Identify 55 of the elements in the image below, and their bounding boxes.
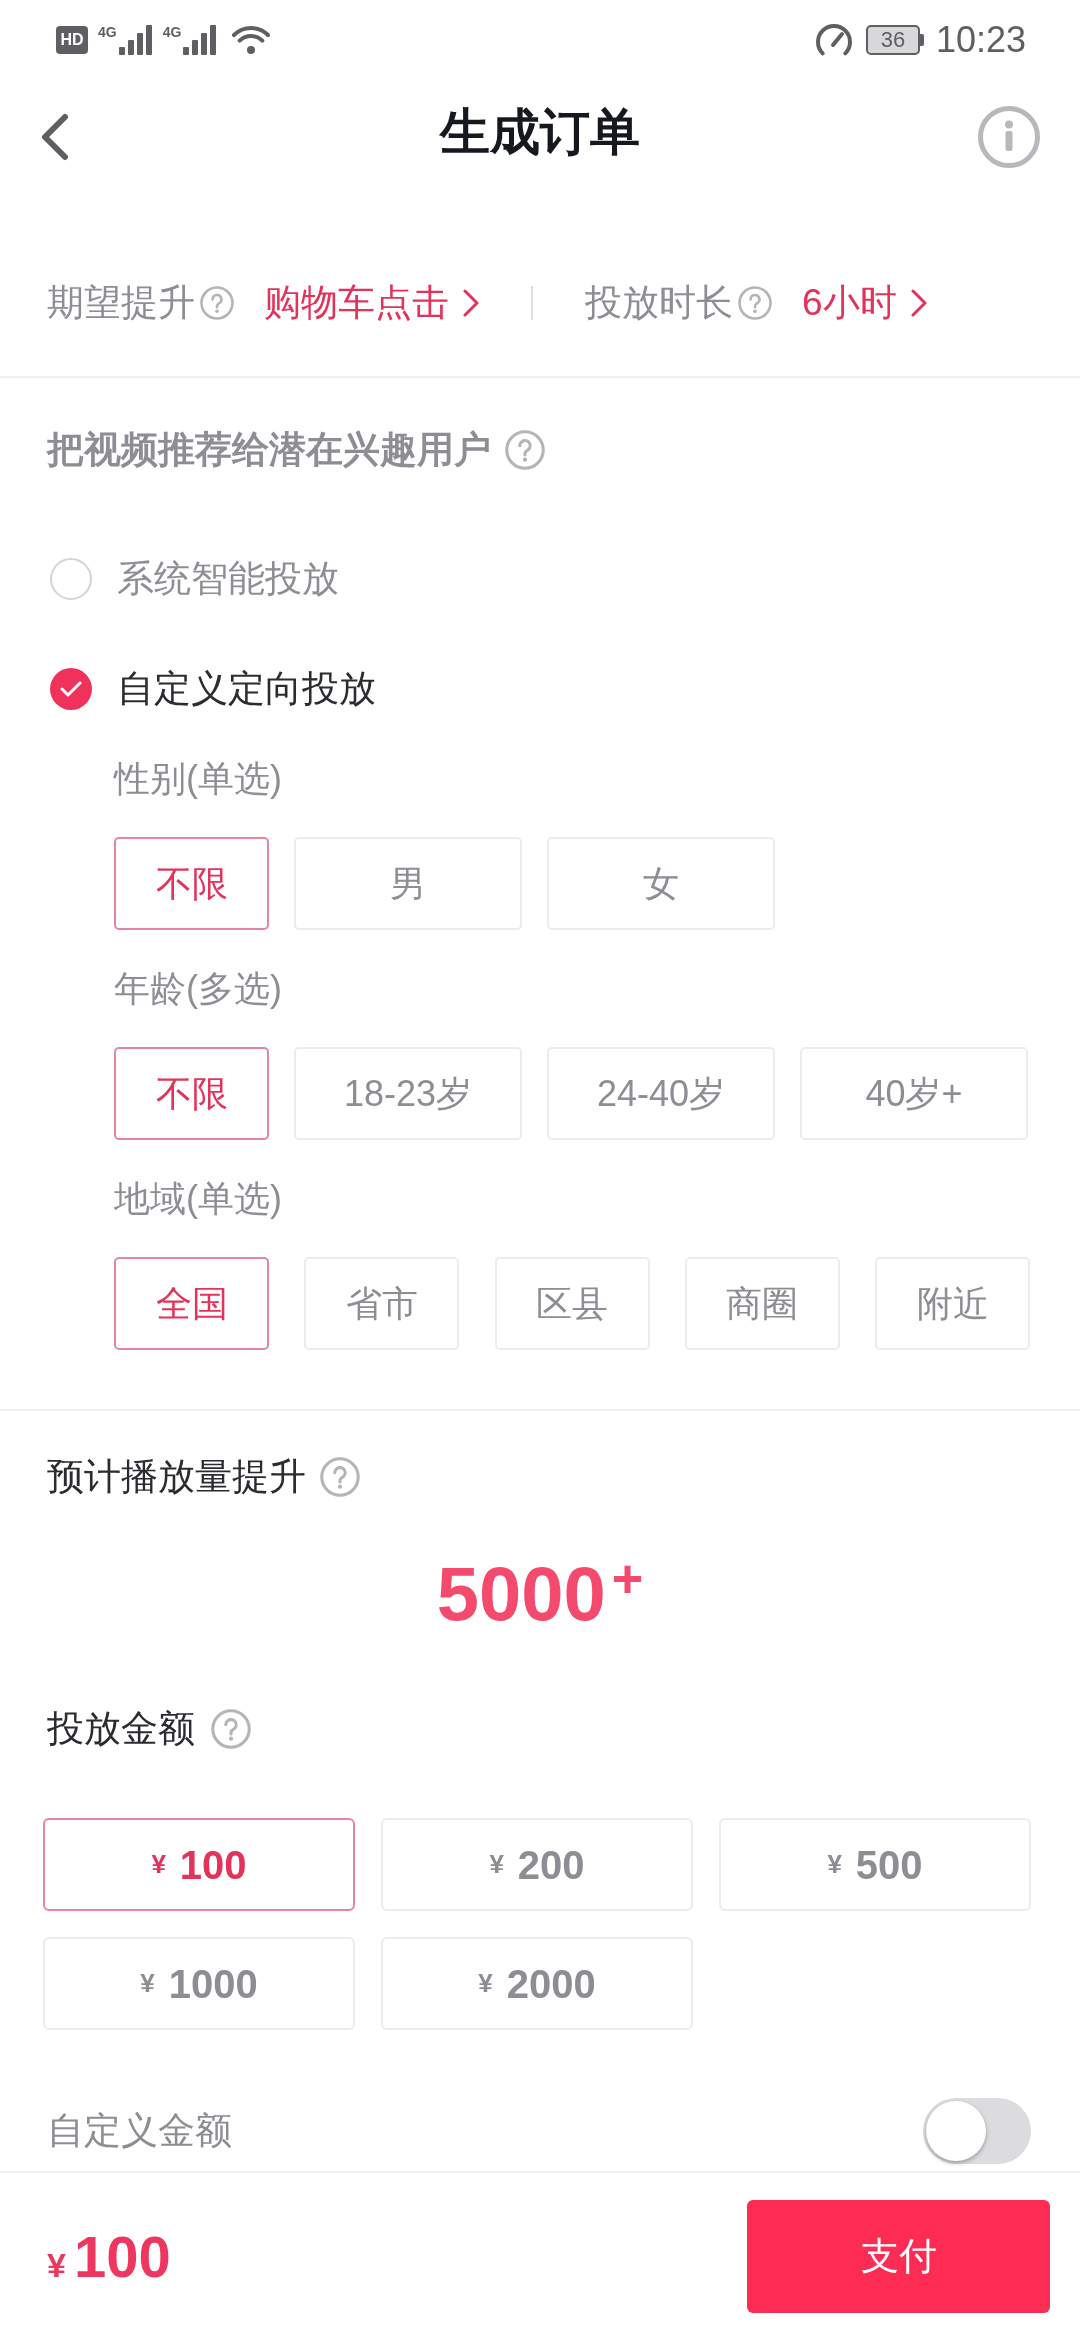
radio-button[interactable] (50, 668, 92, 710)
network-type: 4G (162, 25, 182, 39)
chevron-right-icon (463, 288, 479, 317)
filter-chip[interactable]: 不限 (114, 837, 269, 930)
pay-button[interactable]: 支付 (747, 2200, 1050, 2313)
filter-group-label: 性别(单选) (114, 759, 283, 799)
help-icon[interactable] (211, 1709, 251, 1749)
filter-chip[interactable]: 省市 (304, 1257, 460, 1350)
amount-option[interactable]: ¥ 200 (381, 1818, 693, 1911)
filter-chip[interactable]: 女 (547, 837, 775, 930)
page-title: 生成订单 (439, 107, 640, 157)
summary-value-link[interactable]: 购物车点击 (264, 274, 479, 331)
status-time: 10:23 (935, 22, 1026, 58)
estimate-value: 5000+ (436, 1549, 644, 1638)
summary-label: 投放时长 (585, 280, 733, 325)
help-icon[interactable] (505, 430, 545, 470)
filter-chip[interactable]: 不限 (114, 1047, 269, 1140)
summary-label: 期望提升 (47, 280, 195, 325)
budget-label: 投放金额 (47, 1707, 195, 1752)
estimate-label: 预计播放量提升 (47, 1455, 306, 1500)
filter-chip[interactable]: 附近 (875, 1257, 1030, 1350)
filter-chip[interactable]: 区县 (494, 1257, 650, 1350)
help-icon[interactable] (200, 285, 234, 320)
custom-amount-label: 自定义金额 (47, 2108, 232, 2153)
back-icon[interactable] (39, 113, 69, 161)
section-title: 把视频推荐给潜在兴趣用户 (47, 428, 491, 473)
signal-icon (183, 25, 218, 55)
battery-indicator: 36 (865, 25, 924, 55)
filter-group-label: 年龄(多选) (114, 969, 283, 1009)
amount-option[interactable]: ¥ 100 (43, 1818, 355, 1911)
amount-option[interactable]: ¥ 500 (719, 1818, 1031, 1911)
summary-value-link[interactable]: 6小时 (802, 274, 927, 331)
speedometer-icon (813, 22, 854, 58)
filter-chip[interactable]: 24-40岁 (547, 1047, 775, 1140)
signal-icon (118, 25, 153, 55)
info-icon[interactable] (978, 106, 1040, 168)
filter-group-label: 地域(单选) (114, 1179, 283, 1219)
filter-chip[interactable]: 全国 (114, 1257, 269, 1350)
filter-chip[interactable]: 40岁+ (800, 1047, 1028, 1140)
option-label: 系统智能投放 (117, 557, 339, 602)
help-icon[interactable] (320, 1457, 360, 1497)
total-price: ¥100 (47, 2223, 171, 2291)
help-icon[interactable] (738, 285, 772, 320)
option-label: 自定义定向投放 (117, 667, 376, 712)
filter-chip[interactable]: 18-23岁 (294, 1047, 522, 1140)
hd-indicator: HD (56, 26, 88, 54)
chevron-right-icon (910, 288, 927, 317)
amount-option[interactable]: ¥ 1000 (43, 1937, 355, 2030)
amount-option[interactable]: ¥ 2000 (381, 1937, 693, 2030)
check-icon (60, 681, 82, 697)
filter-chip[interactable]: 男 (294, 837, 522, 930)
wifi-icon (231, 24, 272, 56)
radio-button[interactable] (50, 558, 92, 600)
filter-chip[interactable]: 商圈 (684, 1257, 840, 1350)
network-type: 4G (98, 25, 117, 39)
